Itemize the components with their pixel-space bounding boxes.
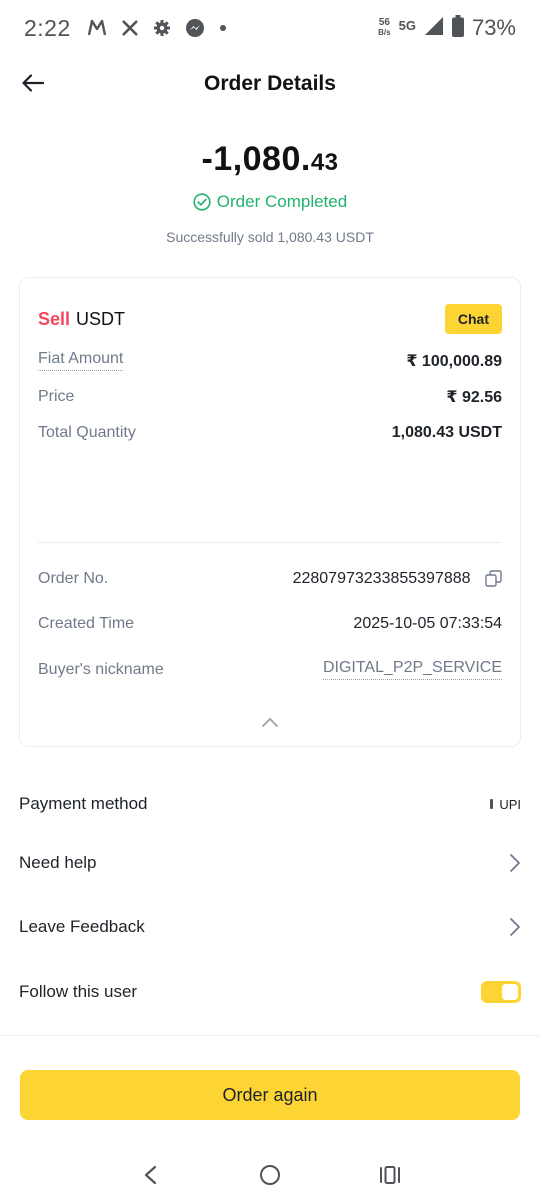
notification-icons xyxy=(87,18,227,38)
order-number-value: 22807973233855397888 xyxy=(292,570,471,587)
price-row: Price ₹ 92.56 xyxy=(38,387,502,407)
myntra-app-icon xyxy=(87,19,107,37)
payment-method-value: UPI xyxy=(499,796,521,812)
nav-recents-icon[interactable] xyxy=(375,1160,405,1190)
order-status: Order Completed xyxy=(0,192,540,212)
payment-method-row: Payment method UPI xyxy=(19,794,521,814)
settings-gear-icon xyxy=(153,19,171,37)
payment-method-label: Payment method xyxy=(19,794,148,813)
status-time: 2:22 xyxy=(24,14,71,41)
price-value: ₹ 92.56 xyxy=(446,389,502,406)
leave-feedback-label: Leave Feedback xyxy=(19,917,145,936)
need-help-row[interactable]: Need help xyxy=(19,853,521,873)
net-speed-unit: B/s xyxy=(378,28,391,37)
amount-decimals: 43 xyxy=(310,149,339,176)
signal-icon xyxy=(424,16,444,41)
total-quantity-row: Total Quantity 1,080.43 USDT xyxy=(38,424,502,442)
total-quantity-value: 1,080.43 USDT xyxy=(391,424,502,441)
trade-side: Sell xyxy=(38,308,71,329)
messenger-app-icon xyxy=(185,18,205,38)
order-card: Sell USDT Chat Fiat Amount ₹ 100,000.89 … xyxy=(19,277,521,747)
buyer-nickname-row: Buyer's nickname DIGITAL_P2P_SERVICE xyxy=(38,659,502,680)
order-amount: -1,080.43 xyxy=(0,140,540,179)
follow-user-label: Follow this user xyxy=(19,982,138,1001)
follow-user-toggle[interactable] xyxy=(481,981,521,1003)
total-quantity-label: Total Quantity xyxy=(38,424,136,441)
order-again-button[interactable]: Order again xyxy=(20,1070,520,1120)
collapse-chevron-icon[interactable] xyxy=(258,712,282,732)
network-type: 5G xyxy=(398,17,416,33)
amount-main: -1,080. xyxy=(201,140,311,178)
copy-icon[interactable] xyxy=(485,570,502,587)
net-speed-value: 56 xyxy=(378,17,390,28)
back-arrow-icon xyxy=(22,74,44,92)
price-label: Price xyxy=(38,388,75,405)
more-notifications-dot-icon xyxy=(219,24,227,32)
nav-back-icon[interactable] xyxy=(135,1160,165,1190)
x-app-icon xyxy=(121,19,139,37)
status-bar: 2:22 56 B/s 5G 73% xyxy=(0,0,540,56)
fiat-amount-value: ₹ 100,000.89 xyxy=(406,352,502,370)
order-number-wrap: 22807973233855397888 xyxy=(293,570,502,588)
created-time-label: Created Time xyxy=(38,615,135,632)
nav-home-icon[interactable] xyxy=(255,1160,285,1190)
created-time-row: Created Time 2025-10-05 07:33:54 xyxy=(38,615,502,633)
check-circle-icon xyxy=(193,193,211,211)
need-help-label: Need help xyxy=(19,853,97,872)
toggle-knob xyxy=(502,984,518,1000)
back-button[interactable] xyxy=(18,68,48,98)
system-navigation-bar xyxy=(0,1150,540,1200)
order-subtitle: Successfully sold 1,080.43 USDT xyxy=(166,229,374,245)
system-indicators: 56 B/s 5G 73% xyxy=(378,14,516,42)
fiat-amount-label[interactable]: Fiat Amount xyxy=(38,350,124,371)
footer-divider xyxy=(0,1035,540,1036)
order-status-text: Order Completed xyxy=(216,192,348,211)
card-divider xyxy=(38,542,502,543)
battery-percentage: 73% xyxy=(471,15,516,40)
trade-asset: USDT xyxy=(76,308,126,329)
order-number-label: Order No. xyxy=(38,570,109,587)
fiat-amount-row: Fiat Amount ₹ 100,000.89 xyxy=(38,350,502,371)
battery-icon xyxy=(451,14,464,42)
page-title: Order Details xyxy=(204,72,336,95)
network-speed: 56 B/s xyxy=(378,18,390,38)
payment-method-marker-icon xyxy=(490,799,494,809)
buyer-nickname-label: Buyer's nickname xyxy=(38,660,164,678)
top-app-bar: Order Details xyxy=(0,56,540,112)
chat-button[interactable]: Chat xyxy=(444,304,502,334)
chevron-right-icon xyxy=(510,854,520,872)
created-time-value: 2025-10-05 07:33:54 xyxy=(353,615,502,632)
chevron-right-icon xyxy=(510,918,520,936)
payment-method-value-wrap: UPI xyxy=(490,797,521,812)
card-header: Sell USDT Chat xyxy=(38,304,502,334)
leave-feedback-row[interactable]: Leave Feedback xyxy=(19,917,521,937)
follow-user-row: Follow this user xyxy=(19,981,521,1003)
buyer-nickname-value[interactable]: DIGITAL_P2P_SERVICE xyxy=(322,659,502,680)
order-number-row: Order No. 22807973233855397888 xyxy=(38,570,502,588)
